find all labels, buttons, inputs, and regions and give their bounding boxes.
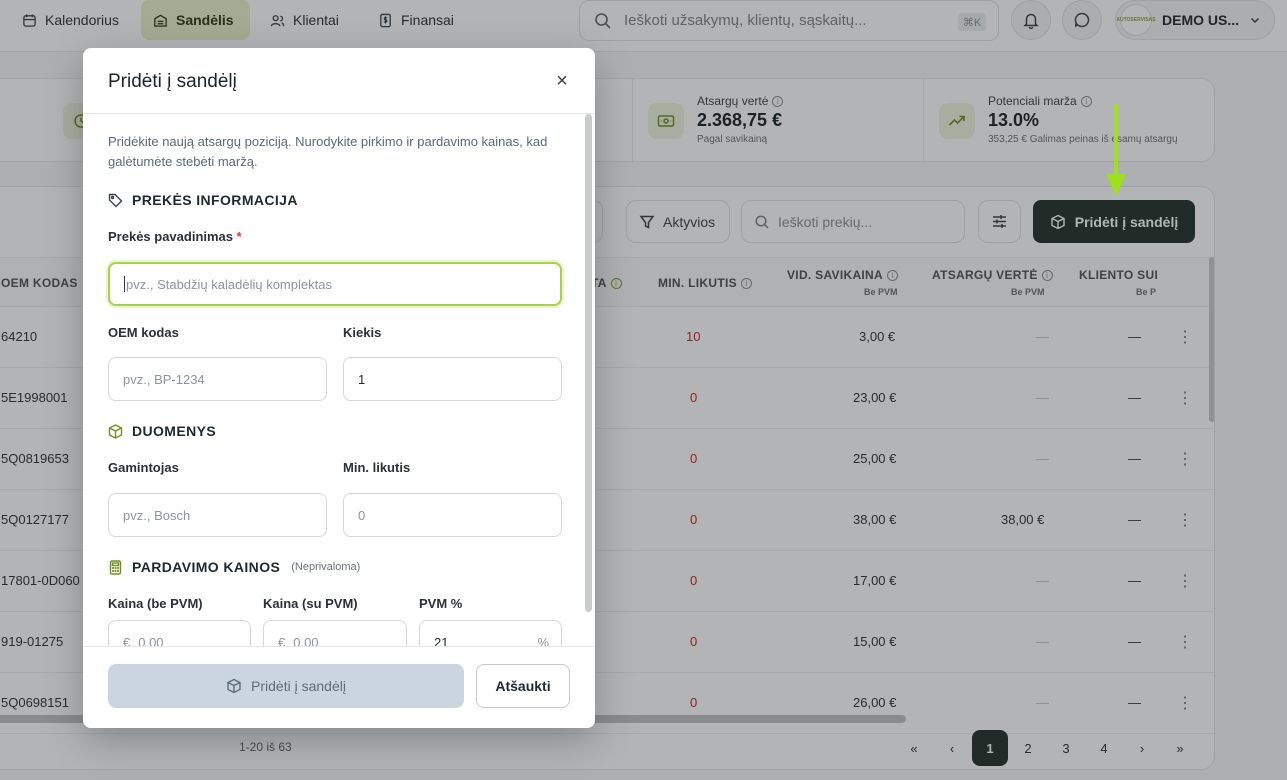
section-prices: PARDAVIMO KAINOS (Neprivaloma) (108, 559, 360, 575)
oem-code-placeholder: pvz., BP-1234 (123, 371, 205, 387)
vat-label: PVM % (419, 596, 463, 611)
cancel-button[interactable]: Atšaukti (476, 664, 570, 708)
min-stock-input[interactable]: 0 (343, 493, 562, 537)
dialog-description: Pridėkite naują atsargų poziciją. Nurody… (108, 134, 548, 169)
tag-icon (108, 193, 123, 207)
dialog-body: Pridėkite naują atsargų poziciją. Nurody… (83, 114, 595, 646)
name-label-text: Prekės pavadinimas (108, 229, 234, 244)
text-caret (124, 276, 125, 292)
optional-note: (Neprivaloma) (291, 561, 361, 573)
section-title: DUOMENYS (132, 423, 217, 439)
close-icon[interactable]: × (551, 70, 573, 92)
submit-label: Pridėti į sandėlį (251, 678, 346, 694)
name-label: Prekės pavadinimas * (108, 229, 242, 244)
product-name-input[interactable]: pvz., Stabdžių kaladėlių komplektas (108, 262, 562, 306)
price-net-input[interactable]: € 0,00 (108, 620, 251, 646)
manufacturer-input[interactable]: pvz., Bosch (108, 493, 327, 537)
vat-value: 21 (434, 634, 449, 647)
price-gross-placeholder: 0,00 (293, 634, 319, 647)
package-icon (227, 678, 241, 694)
vat-input[interactable]: 21 % (419, 620, 562, 646)
oem-code-input[interactable]: pvz., BP-1234 (108, 357, 327, 401)
manufacturer-placeholder: pvz., Bosch (123, 507, 191, 523)
calculator-icon (109, 559, 122, 575)
quantity-label: Kiekis (343, 325, 382, 340)
min-stock-label: Min. likutis (343, 460, 411, 475)
arrow-down-icon (1106, 104, 1126, 196)
percent-suffix: % (537, 634, 549, 647)
dialog-title: Pridėti į sandėlį (108, 71, 237, 92)
box-icon (108, 423, 123, 439)
required-marker: * (236, 229, 242, 244)
section-data: DUOMENYS (108, 423, 216, 439)
price-net-label: Kaina (be PVM) (108, 596, 203, 611)
manufacturer-label: Gamintojas (108, 460, 179, 475)
min-stock-placeholder: 0 (358, 507, 366, 523)
dialog-footer: Pridėti į sandėlį Atšaukti (83, 646, 595, 728)
product-name-placeholder: pvz., Stabdžių kaladėlių komplektas (126, 276, 332, 292)
price-net-placeholder: 0,00 (138, 634, 164, 647)
app-page: Kalendorius Sandėlis Klientai Finansai I… (0, 0, 1287, 780)
price-gross-input[interactable]: € 0,00 (263, 620, 407, 646)
section-title: PREKĖS INFORMACIJA (132, 192, 298, 208)
oem-label: OEM kodas (108, 325, 179, 340)
dialog-header: Pridėti į sandėlį × (83, 48, 595, 114)
euro-prefix: € (123, 634, 131, 647)
quantity-input[interactable]: 1 (343, 357, 562, 401)
add-to-warehouse-dialog: Pridėti į sandėlį × Pridėkite naują atsa… (83, 48, 595, 728)
quantity-value: 1 (358, 371, 366, 387)
section-title: PARDAVIMO KAINOS (132, 559, 281, 575)
section-product-info: PREKĖS INFORMACIJA (108, 192, 298, 208)
submit-add-button[interactable]: Pridėti į sandėlį (108, 664, 464, 708)
dialog-scrollbar[interactable] (585, 114, 592, 612)
price-gross-label: Kaina (su PVM) (263, 596, 358, 611)
euro-prefix: € (278, 634, 286, 647)
